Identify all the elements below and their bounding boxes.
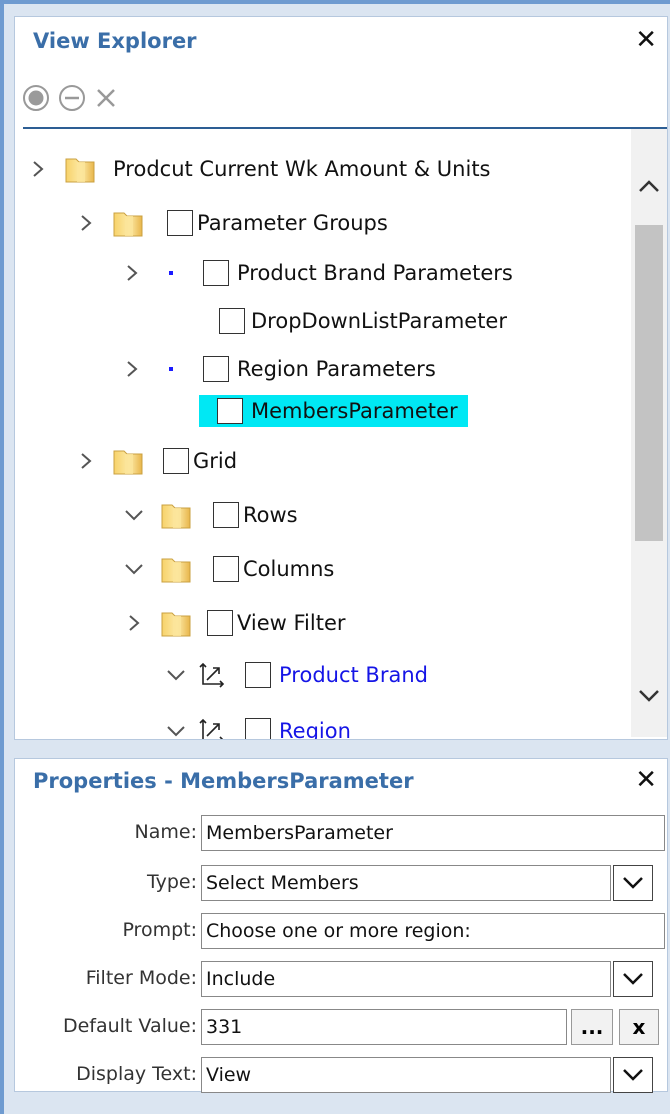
filter-mode-label: Filter Mode:	[85, 967, 197, 989]
tree-label-product-brand[interactable]: Product Brand	[279, 663, 428, 687]
scroll-up-icon[interactable]	[635, 169, 663, 203]
close-icon[interactable]: ✕	[635, 765, 657, 795]
tree-node-members-parameter[interactable]: MembersParameter	[199, 391, 468, 431]
chevron-right-icon[interactable]	[75, 214, 97, 232]
properties-header: Properties - MembersParameter ✕	[15, 759, 667, 803]
tree-node-grid[interactable]: Grid	[75, 441, 237, 481]
tree-node-product-brand-parameters[interactable]: Product Brand Parameters	[121, 253, 513, 293]
close-icon[interactable]: ✕	[635, 25, 657, 55]
tree-node-region-parameters[interactable]: Region Parameters	[121, 349, 436, 389]
checkbox[interactable]	[213, 502, 239, 528]
view-explorer-panel: View Explorer ✕ Prodcut Current Wk Amoun…	[14, 16, 668, 740]
window-frame-top	[0, 0, 670, 4]
parameter-bullet-icon	[169, 367, 173, 371]
folder-icon	[111, 445, 145, 477]
chevron-right-icon[interactable]	[75, 452, 97, 470]
tree-label-rows: Rows	[243, 503, 298, 527]
scrollbar-thumb[interactable]	[635, 225, 663, 541]
tree-node-view-filter[interactable]: View Filter	[123, 603, 346, 643]
axis-dimension-icon	[199, 718, 225, 739]
tree-node-product-brand[interactable]: Product Brand	[165, 655, 428, 695]
view-explorer-title: View Explorer	[33, 29, 197, 53]
prompt-input[interactable]: Choose one or more region:	[201, 913, 665, 949]
chevron-down-icon[interactable]	[613, 1057, 653, 1093]
property-row-type: Type: Select Members	[15, 865, 667, 905]
vertical-scrollbar[interactable]	[631, 129, 667, 737]
chevron-right-icon[interactable]	[27, 160, 49, 178]
folder-icon	[159, 607, 193, 639]
tree-label-columns: Columns	[243, 557, 335, 581]
tree-label-view-filter: View Filter	[237, 611, 346, 635]
folder-icon	[159, 499, 193, 531]
properties-title: Properties - MembersParameter	[33, 769, 414, 793]
browse-button[interactable]: ...	[571, 1009, 613, 1045]
property-row-display-text: Display Text: View	[15, 1057, 667, 1097]
tree-label-members-parameter: MembersParameter	[251, 399, 458, 423]
tree-label-root: Prodcut Current Wk Amount & Units	[113, 157, 491, 181]
checkbox[interactable]	[207, 610, 233, 636]
chevron-down-icon[interactable]	[165, 724, 187, 738]
chevron-right-icon[interactable]	[121, 360, 143, 378]
folder-icon	[111, 207, 145, 239]
tree-node-region[interactable]: Region	[165, 711, 351, 739]
minus-circle-icon[interactable]	[57, 83, 87, 117]
checkbox[interactable]	[217, 398, 243, 424]
prompt-label: Prompt:	[122, 919, 197, 941]
tree-node-columns[interactable]: Columns	[123, 549, 334, 589]
property-row-prompt: Prompt: Choose one or more region:	[15, 913, 667, 953]
tree-label-region[interactable]: Region	[279, 719, 351, 739]
tree-label-product-brand-parameters: Product Brand Parameters	[237, 261, 513, 285]
checkbox[interactable]	[203, 260, 229, 286]
scroll-down-icon[interactable]	[635, 679, 663, 713]
radio-filled-icon[interactable]	[21, 83, 51, 117]
chevron-right-icon[interactable]	[123, 614, 145, 632]
tree-node-rows[interactable]: Rows	[123, 495, 298, 535]
folder-icon	[63, 153, 97, 185]
name-input[interactable]: MembersParameter	[201, 815, 665, 851]
checkbox[interactable]	[245, 662, 271, 688]
tree-node-root[interactable]: Prodcut Current Wk Amount & Units	[27, 149, 491, 189]
display-text-select[interactable]: View	[201, 1057, 611, 1093]
delete-x-icon[interactable]	[95, 87, 117, 113]
property-row-filter-mode: Filter Mode: Include	[15, 961, 667, 1001]
tree-label-dropdown-list-parameter: DropDownListParameter	[251, 309, 507, 333]
chevron-down-icon[interactable]	[613, 961, 653, 997]
chevron-right-icon[interactable]	[121, 264, 143, 282]
default-value-label: Default Value:	[62, 1015, 197, 1037]
type-select[interactable]: Select Members	[201, 865, 611, 901]
folder-icon	[159, 553, 193, 585]
checkbox[interactable]	[219, 308, 245, 334]
axis-dimension-icon	[199, 662, 225, 688]
checkbox[interactable]	[167, 210, 193, 236]
tree-view: Prodcut Current Wk Amount & Units Parame…	[15, 129, 633, 739]
checkbox[interactable]	[163, 448, 189, 474]
display-text-label: Display Text:	[76, 1063, 197, 1085]
tree-node-parameter-groups[interactable]: Parameter Groups	[75, 203, 388, 243]
properties-panel: Properties - MembersParameter ✕ Name: Me…	[14, 758, 668, 1093]
checkbox[interactable]	[245, 718, 271, 739]
filter-mode-select[interactable]: Include	[201, 961, 611, 997]
type-label: Type:	[146, 871, 197, 893]
property-row-name: Name: MembersParameter	[15, 815, 667, 855]
name-label: Name:	[134, 821, 197, 843]
property-row-default-value: Default Value: 331 ... x	[15, 1009, 667, 1049]
chevron-down-icon[interactable]	[165, 668, 187, 682]
chevron-down-icon[interactable]	[613, 865, 653, 901]
parameter-bullet-icon	[169, 271, 173, 275]
checkbox[interactable]	[203, 356, 229, 382]
default-value-input[interactable]: 331	[201, 1009, 567, 1045]
tree-label-parameter-groups: Parameter Groups	[197, 211, 388, 235]
clear-button[interactable]: x	[619, 1009, 659, 1045]
tree-label-region-parameters: Region Parameters	[237, 357, 436, 381]
checkbox[interactable]	[213, 556, 239, 582]
chevron-down-icon[interactable]	[123, 562, 145, 576]
tree-label-grid: Grid	[193, 449, 238, 473]
view-explorer-header: View Explorer ✕	[15, 17, 667, 67]
window-frame-left	[0, 0, 4, 1114]
selected-highlight[interactable]: MembersParameter	[199, 395, 468, 427]
chevron-down-icon[interactable]	[123, 508, 145, 522]
tree-node-dropdown-list-parameter[interactable]: DropDownListParameter	[219, 301, 507, 341]
